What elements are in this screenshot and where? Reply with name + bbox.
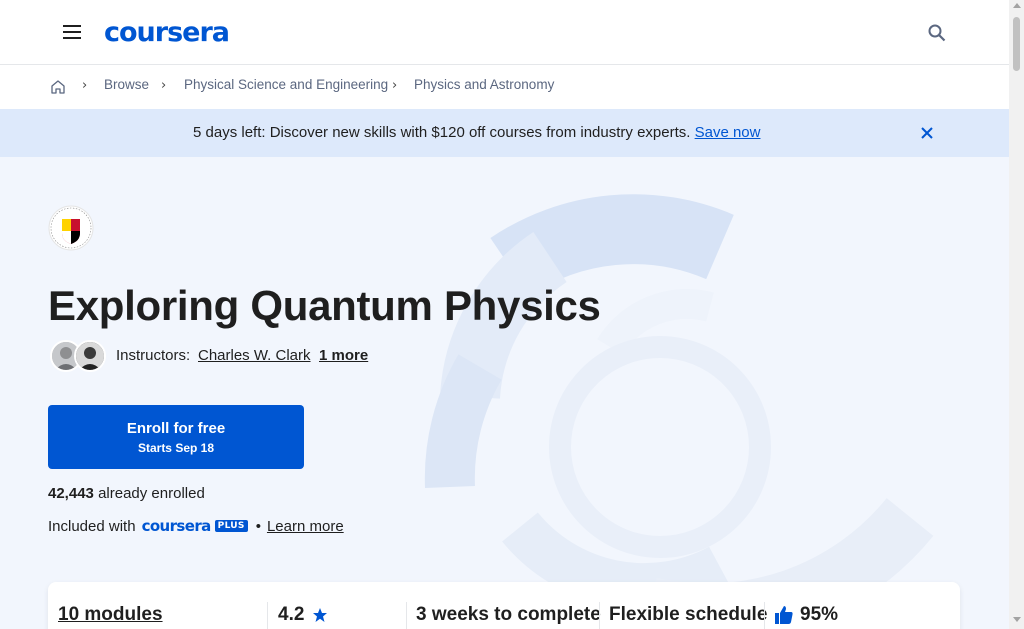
top-nav: coursera xyxy=(0,0,1009,65)
duration-stat: 3 weeks to complete xyxy=(416,604,601,625)
scroll-up-arrow-icon[interactable] xyxy=(1013,3,1021,8)
rating-stat: 4.2 xyxy=(278,604,328,626)
decorative-background-graphic xyxy=(424,194,934,627)
more-instructors-link[interactable]: 1 more xyxy=(319,347,368,364)
home-icon xyxy=(51,80,65,94)
breadcrumb-home[interactable] xyxy=(40,69,76,105)
schedule-stat: Flexible schedule xyxy=(609,604,768,625)
plus-badge: PLUS xyxy=(214,520,248,532)
breadcrumb-item-physical-science[interactable]: Physical Science and Engineering xyxy=(184,77,388,92)
separator-dot: • xyxy=(255,517,261,535)
breadcrumb-item-browse[interactable]: Browse xyxy=(104,77,149,92)
star-icon xyxy=(313,608,328,622)
enrolled-text: already enrolled xyxy=(98,485,205,502)
breadcrumb-item-physics-astronomy[interactable]: Physics and Astronomy xyxy=(414,77,554,92)
enrolled-number: 42,443 xyxy=(48,485,94,502)
chevron-right-icon: › xyxy=(82,78,88,93)
liked-stat: 95% xyxy=(774,604,838,626)
divider xyxy=(599,602,600,629)
coursera-plus-logo: coursera PLUS xyxy=(142,517,248,535)
avatar xyxy=(74,340,106,372)
enroll-button-label: Enroll for free xyxy=(126,419,226,437)
banner-message: 5 days left: Discover new skills with $1… xyxy=(193,124,760,141)
course-stats-card: 10 modules 4.2 3 weeks to complete Flexi… xyxy=(48,582,960,629)
hamburger-menu-icon xyxy=(63,25,81,39)
course-title: Exploring Quantum Physics xyxy=(48,282,601,329)
liked-value: 95% xyxy=(800,604,839,625)
hamburger-menu-button[interactable] xyxy=(48,8,96,56)
included-prefix: Included with xyxy=(48,517,136,535)
instructors-label: Instructors: xyxy=(116,347,191,364)
divider xyxy=(406,602,407,629)
divider xyxy=(764,602,765,629)
search-icon xyxy=(928,24,946,42)
divider xyxy=(267,602,268,629)
modules-link[interactable]: 10 modules xyxy=(58,604,163,626)
scrollbar-thumb[interactable] xyxy=(1013,17,1020,71)
instructor-avatars xyxy=(50,340,110,372)
course-hero: Exploring Quantum Physics Instructors: C… xyxy=(0,157,1009,629)
banner-text: 5 days left: Discover new skills with $1… xyxy=(193,124,691,141)
chevron-right-icon: › xyxy=(392,78,398,93)
close-icon xyxy=(921,127,933,139)
included-with-plus: Included with coursera PLUS • Learn more xyxy=(48,517,344,535)
rating-value: 4.2 xyxy=(278,604,305,625)
enrollment-count: 42,443 already enrolled xyxy=(48,485,205,502)
coursera-logo[interactable]: coursera xyxy=(104,16,230,48)
enroll-start-date: Starts Sep 18 xyxy=(137,440,215,455)
promo-banner: 5 days left: Discover new skills with $1… xyxy=(0,109,1009,157)
save-now-link[interactable]: Save now xyxy=(695,124,761,141)
scroll-down-arrow-icon[interactable] xyxy=(1013,617,1021,622)
thumbs-up-icon xyxy=(775,606,793,624)
instructor-link[interactable]: Charles W. Clark xyxy=(198,347,311,364)
university-logo xyxy=(48,205,94,251)
page-scrollbar[interactable] xyxy=(1009,0,1024,629)
plus-logo-word: coursera xyxy=(141,517,212,535)
breadcrumb: › Browse › Physical Science and Engineer… xyxy=(0,65,1009,109)
chevron-right-icon: › xyxy=(161,78,167,93)
learn-more-link[interactable]: Learn more xyxy=(267,518,344,535)
banner-close-button[interactable] xyxy=(908,113,946,153)
enroll-button[interactable]: Enroll for free Starts Sep 18 xyxy=(48,405,304,469)
search-button[interactable] xyxy=(912,8,962,58)
